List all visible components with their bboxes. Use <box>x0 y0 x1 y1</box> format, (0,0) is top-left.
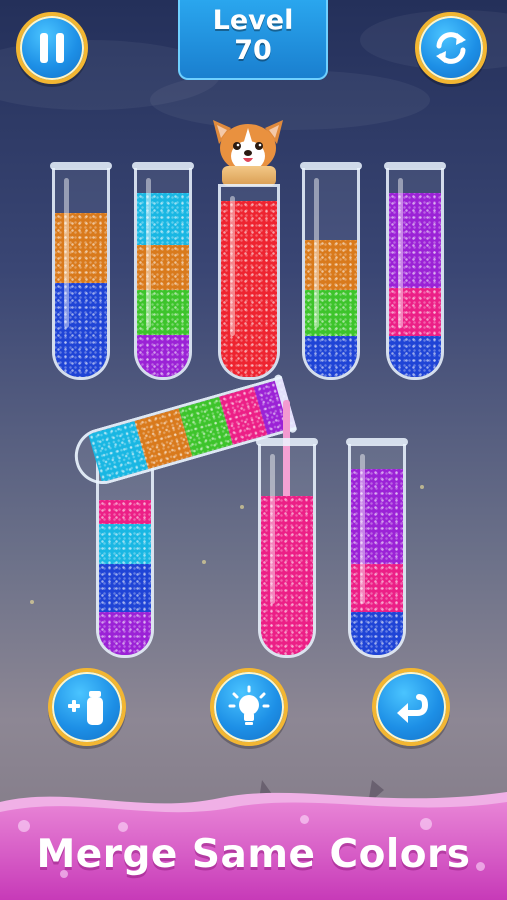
liquid-layer-green <box>137 290 189 335</box>
tube-5[interactable] <box>386 168 444 380</box>
tube-3[interactable] <box>218 184 280 380</box>
tube-2[interactable] <box>134 168 192 380</box>
liquid-layer-cyan <box>137 193 189 245</box>
hint-button[interactable] <box>210 668 288 746</box>
liquid-layer-orange <box>137 245 189 290</box>
plus-tube-icon <box>68 691 103 725</box>
liquid-layer-purple <box>137 335 189 377</box>
liquid-layer-purple <box>389 193 441 288</box>
tube-shine <box>314 178 319 328</box>
liquid-layer-pink <box>389 288 441 336</box>
undo-button[interactable] <box>372 668 450 746</box>
add-tube-button[interactable] <box>48 668 126 746</box>
tube-shine <box>146 178 151 328</box>
sparkle <box>420 485 424 489</box>
liquid-layer-cyan <box>99 524 151 564</box>
liquid-layer-orange <box>55 213 107 283</box>
liquid-layer-pink <box>351 564 403 612</box>
level-indicator: Level 70 <box>178 0 328 80</box>
bubble <box>300 815 309 824</box>
sparkle <box>30 600 34 604</box>
liquid-layer-purple <box>99 612 151 655</box>
tube-shine <box>398 178 403 328</box>
tube-8[interactable] <box>348 444 406 658</box>
tube-shine <box>360 454 365 604</box>
liquid-layer-orange <box>305 240 357 290</box>
pause-button[interactable] <box>16 12 88 84</box>
tube-shine <box>230 196 235 336</box>
bubble <box>18 820 30 832</box>
level-label: Level <box>212 5 294 36</box>
game-screen: Level 70 Merge Same Colors <box>0 0 507 900</box>
refresh-icon <box>436 32 466 64</box>
liquid-layer-blue <box>55 283 107 377</box>
sparkle <box>240 505 244 509</box>
liquid-layer-blue <box>305 336 357 377</box>
undo-icon <box>397 694 429 723</box>
liquid-layer-pink <box>99 500 151 524</box>
liquid-layer-blue <box>99 564 151 612</box>
tube-7[interactable] <box>258 444 316 658</box>
liquid-layer-blue <box>351 612 403 655</box>
liquid-layer-green <box>305 290 357 336</box>
liquid-layer-pink <box>261 496 313 655</box>
level-number: 70 <box>234 35 272 66</box>
liquid-layer-purple <box>351 469 403 564</box>
tube-4[interactable] <box>302 168 360 380</box>
tube-1[interactable] <box>52 168 110 380</box>
bubble <box>118 822 128 832</box>
tube-shine <box>64 178 69 328</box>
tube-shine <box>270 454 275 604</box>
slogan-text: Merge Same Colors <box>36 832 471 877</box>
bubble <box>420 818 432 830</box>
pause-icon <box>40 33 64 63</box>
liquid-layer-blue <box>389 336 441 377</box>
restart-button[interactable] <box>415 12 487 84</box>
sparkle <box>202 560 206 564</box>
lightbulb-icon <box>228 685 270 725</box>
tube-cork <box>222 166 276 186</box>
